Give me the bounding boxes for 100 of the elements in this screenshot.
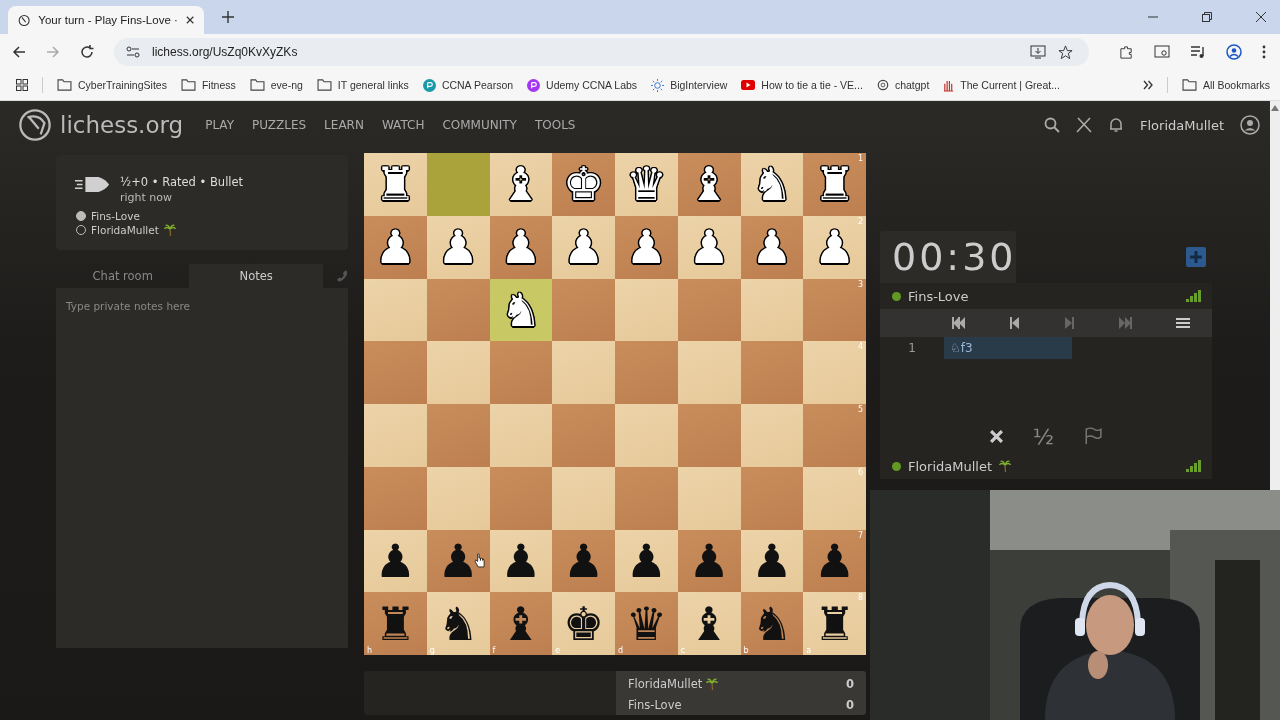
bookmark[interactable]: chatgpt [876,79,930,91]
install-app-icon[interactable] [1030,45,1046,59]
offer-draw-button[interactable]: ½ [1032,423,1055,449]
star-icon[interactable] [1058,44,1073,60]
extensions-icon[interactable] [1119,44,1134,60]
board-square[interactable]: ♟ [489,529,553,593]
board-square[interactable] [364,278,427,342]
chess-piece[interactable]: ♟ [500,224,542,271]
board-square[interactable] [615,278,678,342]
restore-icon[interactable] [1202,12,1212,22]
last-move-icon[interactable] [1118,317,1132,329]
bookmark[interactable]: Udemy CCNA Labs [527,78,638,92]
chess-piece[interactable]: ♟ [563,537,605,584]
profile-icon[interactable] [1226,44,1242,60]
flag-icon[interactable] [1084,427,1103,445]
board-square[interactable] [740,341,804,404]
player-name[interactable]: FloridaMullet [91,224,159,236]
chess-piece[interactable]: ♟ [814,537,856,584]
board-square[interactable] [740,278,804,342]
chess-piece[interactable]: ♟ [688,537,730,584]
move[interactable]: ♘f3 [944,337,1072,359]
board-square[interactable]: ♟ [426,529,490,593]
chess-piece[interactable]: ♜ [814,600,856,647]
board-square[interactable]: ♟ [364,529,427,593]
new-tab-icon[interactable] [222,11,234,23]
board-square[interactable] [489,341,553,404]
player-name[interactable]: Fins-Love [91,210,140,222]
chess-piece[interactable]: ♝ [688,600,730,647]
site-logo[interactable]: lichess.org [18,108,184,142]
board-square[interactable] [740,466,804,530]
bookmark[interactable]: How to tie a tie - VE... [741,79,863,91]
chess-piece[interactable]: ♞ [437,600,479,647]
nav-link[interactable]: PLAY [205,118,234,132]
board-square[interactable]: ♟ [552,529,615,593]
chess-piece[interactable]: ♞ [751,600,793,647]
avatar-icon[interactable] [1240,115,1260,135]
board-square[interactable] [740,404,804,467]
bookmark[interactable]: CyberTrainingSites [57,79,167,91]
menu-icon[interactable] [1176,317,1190,329]
back-icon[interactable] [12,45,26,59]
media-control-icon[interactable] [1190,45,1206,59]
board-square[interactable] [677,278,741,342]
nav-link[interactable]: WATCH [381,118,425,132]
chess-piece[interactable]: ♟ [374,224,416,271]
close-window-icon[interactable] [1256,12,1266,22]
player-name[interactable]: FloridaMullet [628,676,703,691]
nav-link[interactable]: LEARN [324,118,364,132]
board-square[interactable] [489,404,553,467]
close-tab-icon[interactable] [185,15,194,25]
scroll-up-icon[interactable] [1271,105,1279,111]
chess-piece[interactable]: ♟ [625,537,667,584]
nav-link[interactable]: TOOLS [534,118,576,132]
player-name[interactable]: Fins-Love [628,697,682,712]
tab-search-icon[interactable] [1154,45,1170,59]
board-square[interactable]: ♟ [489,215,553,279]
bookmark[interactable]: eve-ng [249,79,303,91]
board-square[interactable] [489,466,553,530]
previous-move-icon[interactable] [1010,317,1020,329]
bookmark[interactable]: The Current | Great... [943,78,1060,92]
more-bookmarks-icon[interactable] [1142,80,1153,90]
bookmark[interactable]: IT general links [316,79,409,91]
add-time-icon[interactable] [1186,247,1206,267]
address-bar[interactable]: lichess.org/UsZq0KvXyZKs [114,38,1089,66]
bookmark[interactable]: CCNA Pearson [422,78,514,92]
board-square[interactable]: ♝ [677,153,741,216]
notes-field[interactable]: Type private notes here [56,288,348,648]
bell-icon[interactable] [1108,117,1124,133]
apps-grid-icon[interactable] [16,79,28,91]
chess-piece[interactable]: ♟ [437,537,479,584]
chess-piece[interactable]: ♟ [625,224,667,271]
chess-piece[interactable]: ♜ [374,600,416,647]
board-square[interactable]: ♟ [615,215,678,279]
site-settings-icon[interactable] [126,46,140,58]
chess-piece[interactable]: ♟ [374,537,416,584]
chess-piece[interactable]: ♝ [500,600,542,647]
chess-piece[interactable]: ♟ [751,224,793,271]
browser-tab[interactable]: Your turn - Play Fins-Love · [8,6,204,34]
next-move-icon[interactable] [1064,317,1074,329]
board-square[interactable]: ♟ [677,529,741,593]
bookmark[interactable]: Fitness [180,79,236,91]
chess-piece[interactable]: ♟ [500,537,542,584]
panel-tab[interactable]: Chat room [56,264,190,288]
board-square[interactable] [552,278,615,342]
player-name[interactable]: FloridaMullet [908,458,992,474]
phone-icon[interactable] [334,269,348,283]
panel-tab[interactable]: Notes [189,264,323,288]
nav-link[interactable]: COMMUNITY [442,118,517,132]
chess-piece[interactable]: ♛ [625,600,667,647]
reload-icon[interactable] [80,45,94,59]
chess-piece[interactable]: ♟ [751,537,793,584]
username-link[interactable]: FloridaMullet [1140,117,1224,133]
bookmark[interactable]: BigInterview [651,78,728,92]
board-square[interactable] [426,466,490,530]
chess-piece[interactable]: ♚ [563,600,605,647]
nav-link[interactable]: PUZZLES [251,118,307,132]
board-square[interactable]: ♟ [364,215,427,279]
first-move-icon[interactable] [952,317,966,329]
chess-piece[interactable]: ♝ [688,161,730,208]
board-square[interactable] [426,278,490,342]
forward-icon[interactable] [46,45,60,59]
